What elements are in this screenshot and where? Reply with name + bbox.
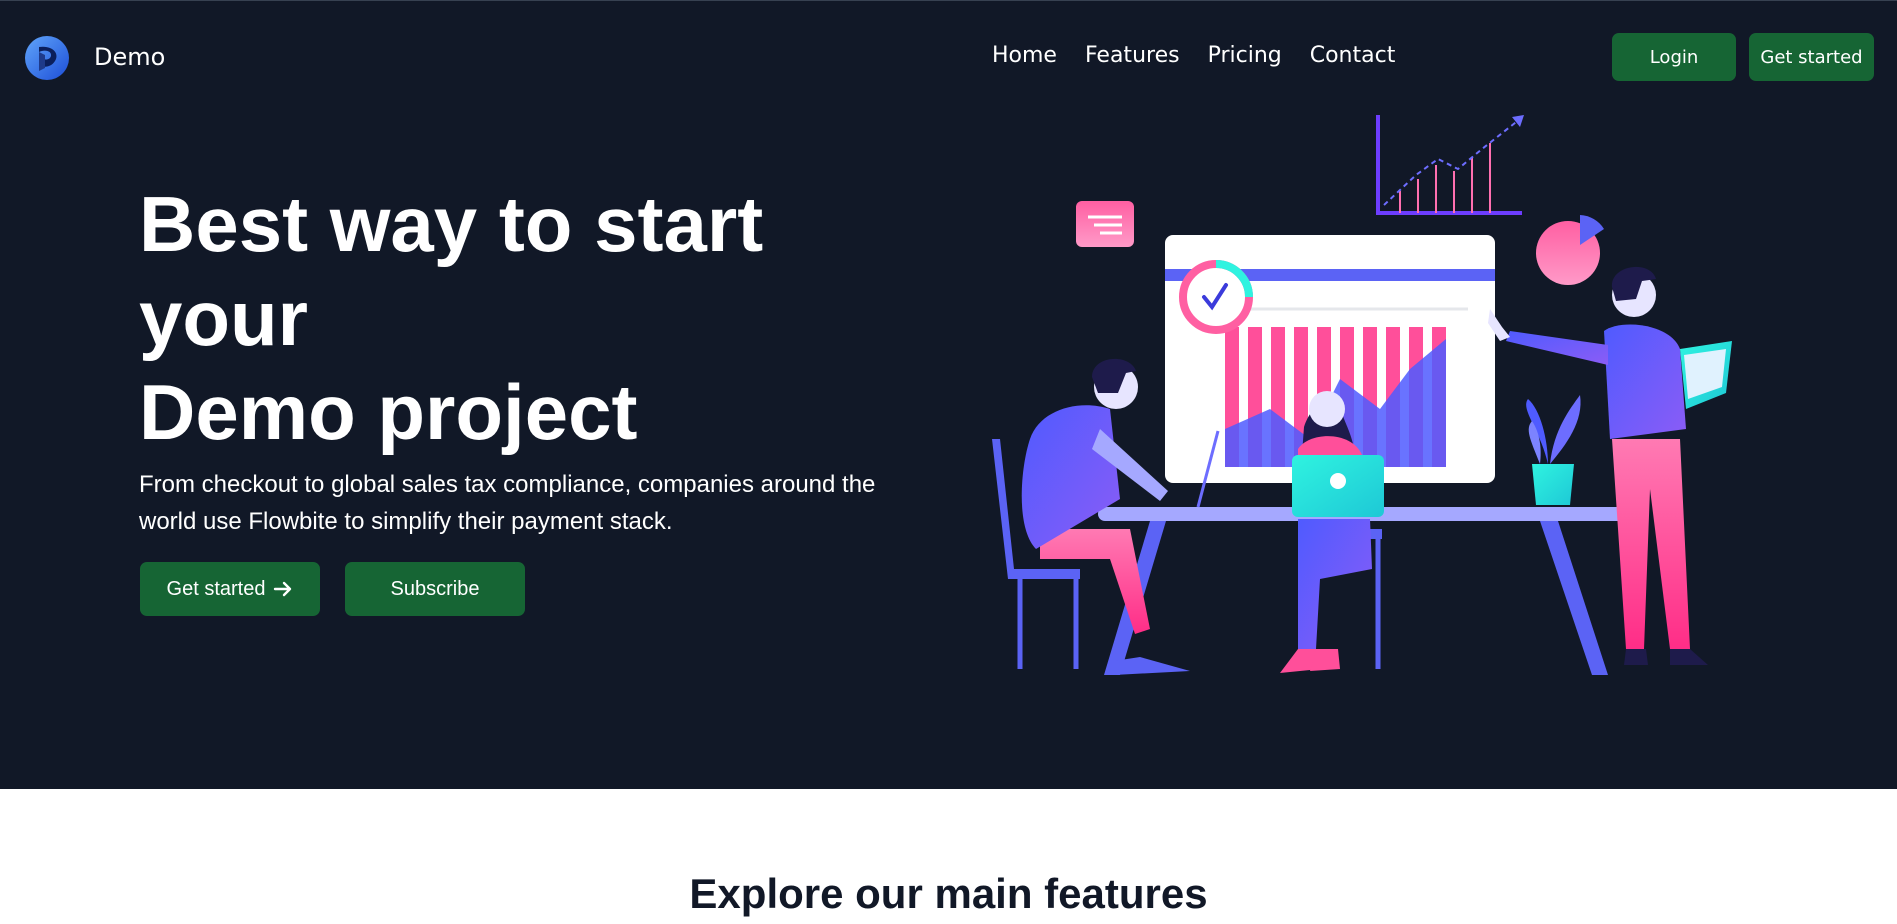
features-section-title: Explore our main features xyxy=(689,870,1208,917)
nav-home[interactable]: Home xyxy=(992,43,1057,68)
arrow-right-icon xyxy=(273,580,293,598)
brand-logo-icon[interactable] xyxy=(24,35,70,81)
headline-line-3: Demo project xyxy=(139,368,638,456)
plant-graphic xyxy=(1526,395,1581,505)
hero-illustration xyxy=(992,115,1732,675)
headline-line-2: your xyxy=(139,274,309,362)
pie-chart-graphic xyxy=(1536,215,1604,285)
subscribe-button[interactable]: Subscribe xyxy=(345,562,525,616)
nav-features[interactable]: Features xyxy=(1085,43,1180,68)
trend-chart-graphic xyxy=(1376,115,1524,215)
hero-headline: Best way to start your Demo project xyxy=(139,177,959,459)
standing-man-graphic xyxy=(1488,266,1732,665)
message-card-graphic xyxy=(1076,201,1134,247)
hero-section: Demo Home Features Pricing Contact Login… xyxy=(0,0,1897,789)
main-nav: Home Features Pricing Contact xyxy=(992,43,1395,68)
headline-line-1: Best way to start xyxy=(139,180,764,268)
header-get-started-button[interactable]: Get started xyxy=(1749,33,1874,81)
hero-get-started-label: Get started xyxy=(166,577,266,600)
hero-description: From checkout to global sales tax compli… xyxy=(139,471,876,535)
hero-get-started-button[interactable]: Get started xyxy=(140,562,320,616)
brand-name[interactable]: Demo xyxy=(94,43,165,71)
nav-pricing[interactable]: Pricing xyxy=(1208,43,1282,68)
login-button[interactable]: Login xyxy=(1612,33,1736,81)
nav-contact[interactable]: Contact xyxy=(1310,43,1396,68)
